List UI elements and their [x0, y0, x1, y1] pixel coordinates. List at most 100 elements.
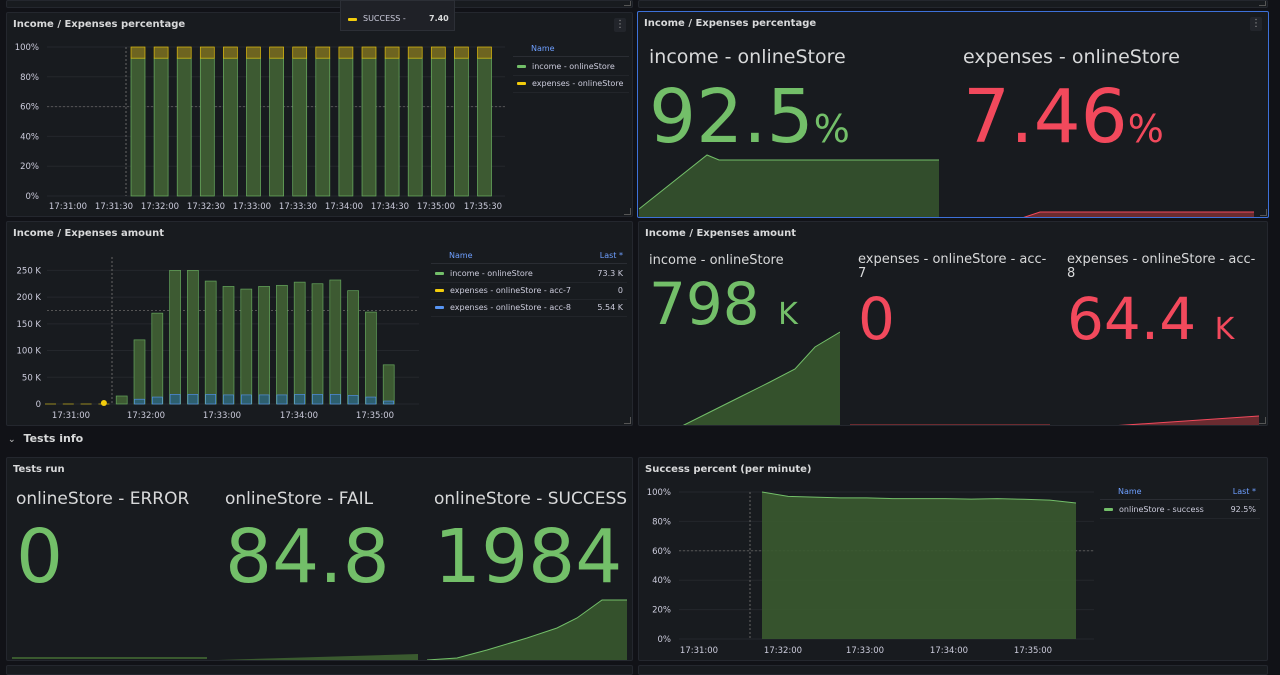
bar-income — [407, 57, 423, 197]
bar-income — [382, 364, 395, 405]
bar-acc8 — [347, 395, 359, 405]
panel-income-expenses-amount-stat[interactable]: Income / Expenses amount income - online… — [638, 221, 1268, 426]
bar-acc8 — [223, 394, 234, 405]
stat-label-income: income - onlineStore — [649, 253, 784, 268]
panel-menu-button[interactable]: ⋮ — [614, 18, 626, 32]
panel-menu-button[interactable]: ⋮ — [1250, 17, 1262, 31]
legend-label: expenses - onlineStore - acc-8 — [450, 303, 572, 312]
legend-header-name: Name — [449, 251, 473, 260]
stat-unit: K — [1214, 312, 1235, 347]
sparkline-income — [682, 331, 840, 425]
success-area-chart: 0% 20% 40% 60% 80% 100% 17:31:00 17:32:00 17:33:… — [647, 488, 1094, 656]
stat-label-error: onlineStore - ERROR — [16, 489, 190, 509]
amount-bar-chart: 0 50 K 100 K 150 K 200 K 250 K 17:31:00 17:32:0… — [17, 257, 419, 421]
x-tick-label: 17:32:30 — [187, 202, 225, 212]
bar-acc8 — [276, 394, 288, 405]
legend-item-success[interactable]: onlineStore - success 92.5% — [1100, 502, 1260, 519]
bar-income — [176, 57, 192, 197]
bar-acc8 — [329, 394, 341, 405]
panel-title: Income / Expenses percentage — [644, 18, 817, 29]
bar-acc8 — [205, 394, 216, 405]
legend-swatch — [435, 306, 444, 309]
bar-acc8 — [294, 394, 306, 405]
legend-label: onlineStore - success — [1119, 505, 1204, 514]
bar-expenses — [315, 46, 331, 59]
bar-income — [222, 286, 235, 405]
bar-expenses — [199, 46, 215, 59]
bar-acc8 — [169, 394, 181, 405]
x-tick-label: 17:33:00 — [846, 646, 884, 656]
resize-handle[interactable] — [624, 417, 631, 424]
legend-value: 5.54 K — [597, 303, 623, 312]
bar-expenses — [246, 46, 261, 59]
y-tick-label: 100 K — [17, 347, 42, 357]
bar-expenses — [153, 46, 169, 59]
y-tick-label: 200 K — [17, 293, 42, 303]
stat-value-success: 1984 — [434, 514, 623, 600]
bar-income — [258, 286, 270, 405]
stat-value-acc7: 0 — [858, 285, 895, 353]
legend-label: income - onlineStore — [450, 269, 533, 278]
resize-handle[interactable] — [1259, 417, 1266, 424]
legend-item-income[interactable]: income - onlineStore 73.3 K — [431, 266, 627, 283]
bar-expenses — [430, 46, 446, 59]
y-tick-label: 0 — [36, 400, 41, 410]
panel-success-percent[interactable]: Success percent (per minute) 0% 20% 40% 60%… — [638, 457, 1268, 661]
resize-handle[interactable] — [624, 208, 631, 215]
legend: Name income - onlineStore expenses - onl… — [513, 42, 629, 93]
legend-item-expenses[interactable]: expenses - onlineStore — [513, 76, 629, 93]
area-success — [762, 492, 1076, 639]
y-tick-label: 60% — [652, 547, 671, 557]
x-tick-label: 17:33:30 — [279, 202, 317, 212]
legend-header-name: Name — [531, 44, 555, 53]
x-tick-label: 17:31:00 — [52, 411, 90, 421]
y-tick-label: 80% — [652, 517, 671, 527]
bar-expenses — [477, 46, 492, 59]
sparkline-success — [427, 599, 627, 660]
y-tick-label: 40% — [652, 576, 671, 586]
stat-number: 64.4 — [1067, 285, 1197, 353]
y-tick-label: 80% — [20, 73, 39, 83]
bar-acc8 — [258, 394, 270, 405]
bar-acc8 — [241, 394, 252, 405]
legend-swatch — [1104, 508, 1113, 511]
bar-expenses — [176, 46, 192, 59]
x-tick-label: 17:32:00 — [127, 411, 165, 421]
legend-item-acc8[interactable]: expenses - onlineStore - acc-8 5.54 K — [431, 300, 627, 317]
y-tick-label: 0% — [26, 192, 40, 202]
stat-value-fail: 84.8 — [225, 514, 390, 600]
legend-item-income[interactable]: income - onlineStore — [513, 59, 629, 76]
bar-income — [384, 57, 400, 197]
y-tick-label: 250 K — [17, 266, 42, 276]
bar-acc8 — [383, 400, 395, 405]
x-tick-label: 17:31:00 — [680, 646, 718, 656]
resize-handle[interactable] — [1260, 209, 1267, 216]
bar-income — [115, 395, 128, 405]
stat-number: 0 — [858, 285, 895, 353]
legend-item-acc7[interactable]: expenses - onlineStore - acc-7 0 — [431, 283, 627, 300]
panel-cutoff-right — [638, 0, 1268, 8]
sparkline-error — [12, 657, 207, 659]
legend-swatch — [517, 65, 526, 68]
y-tick-label: 20% — [20, 162, 39, 172]
x-tick-label: 17:35:00 — [356, 411, 394, 421]
panel-income-expenses-percentage-chart[interactable]: Income / Expenses percentage ⋮ 0% 20% 40% 6… — [6, 12, 633, 217]
legend-label: expenses - onlineStore — [532, 79, 624, 88]
sparkline-fail — [218, 654, 418, 660]
bar-expenses — [223, 46, 238, 59]
bar-expenses — [361, 46, 377, 59]
legend-header-last: Last * — [1232, 487, 1256, 496]
legend: Name Last * onlineStore - success 92.5% — [1100, 485, 1260, 519]
bar-income — [276, 284, 288, 405]
stat-label-income: income - onlineStore — [649, 46, 846, 68]
panel-income-expenses-amount-chart[interactable]: Income / Expenses amount 0 50 K 100 K 150 K… — [6, 221, 633, 426]
legend-swatch — [517, 82, 526, 85]
panel-cutoff-bottom-right — [638, 665, 1268, 675]
bar-income — [269, 57, 284, 197]
y-tick-label: 20% — [652, 606, 671, 616]
panel-tests-run[interactable]: Tests run onlineStore - ERROR 0 onlineSt… — [6, 457, 633, 661]
panel-income-expenses-percentage-stat[interactable]: Income / Expenses percentage ⋮ income - … — [637, 11, 1269, 218]
bar-income — [130, 57, 146, 197]
row-header-tests-info[interactable]: ⌄ Tests info — [8, 432, 83, 445]
chevron-down-icon[interactable]: ⌄ — [8, 435, 16, 445]
